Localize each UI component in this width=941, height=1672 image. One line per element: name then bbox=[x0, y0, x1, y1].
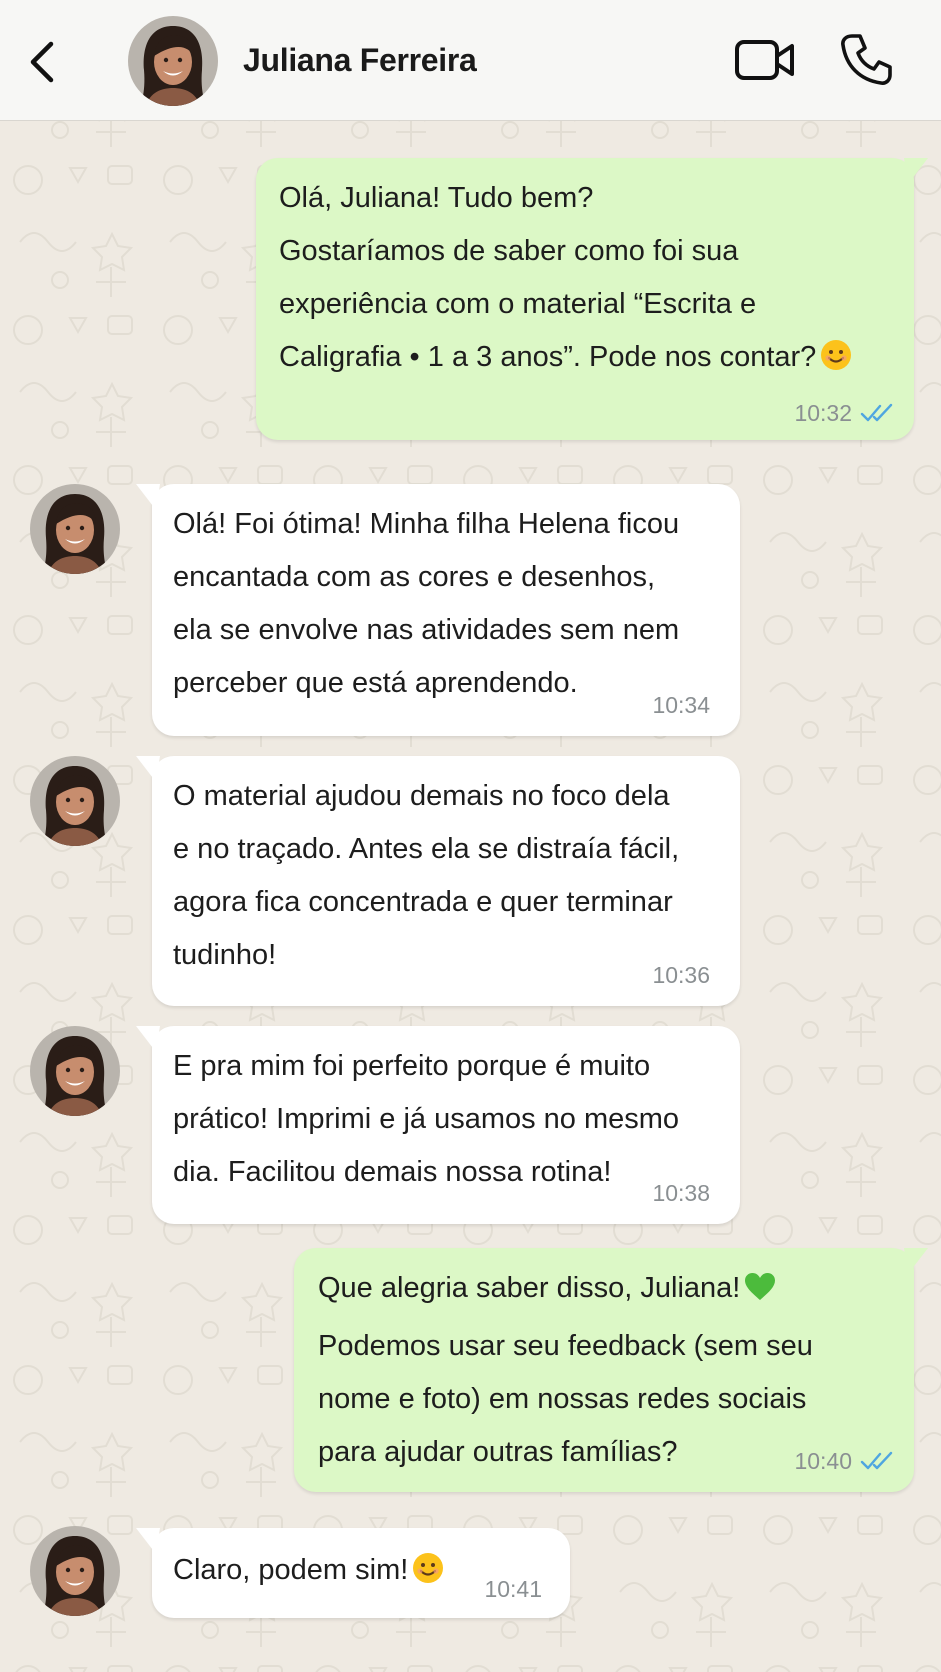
message-text-line: Olá! Foi ótima! Minha filha Helena ficou bbox=[173, 508, 680, 540]
outgoing-message[interactable]: Que alegria saber disso, Juliana! Podemo… bbox=[294, 1248, 928, 1492]
message-time: 10:41 bbox=[484, 1576, 542, 1602]
message-text-line: Gostaríamos de saber como foi sua bbox=[279, 235, 739, 267]
bubble-tail bbox=[904, 1248, 928, 1274]
message-time: 10:34 bbox=[652, 692, 710, 718]
contact-avatar[interactable] bbox=[30, 484, 120, 574]
message-text-line: O material ajudou demais no foco dela bbox=[173, 780, 670, 812]
incoming-message[interactable]: Olá! Foi ótima! Minha filha Helena ficou… bbox=[136, 484, 740, 736]
incoming-message[interactable]: O material ajudou demais no foco dela e … bbox=[136, 756, 740, 1006]
back-button[interactable] bbox=[20, 36, 64, 88]
message-text-line: perceber que está aprendendo. bbox=[173, 667, 578, 699]
message-text-line: Caligrafia • 1 a 3 anos”. Pode nos conta… bbox=[279, 341, 817, 373]
incoming-message[interactable]: Claro, podem sim! 10:41 bbox=[136, 1528, 570, 1618]
double-check-read-icon bbox=[860, 1451, 893, 1470]
bubble-tail bbox=[904, 158, 928, 184]
smiling-face-emoji-icon bbox=[412, 1549, 444, 1602]
message-time: 10:36 bbox=[652, 962, 710, 988]
chat-header: Juliana Ferreira bbox=[0, 0, 941, 121]
bubble-tail bbox=[136, 1528, 160, 1554]
message-meta: 10:32 bbox=[794, 400, 894, 426]
chevron-left-icon bbox=[30, 41, 54, 83]
message-text-line: experiência com o material “Escrita e bbox=[279, 288, 757, 320]
message-meta: 10:38 bbox=[652, 1180, 710, 1206]
message-meta: 10:41 bbox=[484, 1576, 542, 1602]
message-text-line: prático! Imprimi e já usamos no mesmo bbox=[173, 1103, 680, 1135]
message-text-line: tudinho! bbox=[173, 939, 277, 971]
incoming-message[interactable]: E pra mim foi perfeito porque é muito pr… bbox=[136, 1026, 740, 1224]
bubble-tail bbox=[136, 484, 160, 510]
message-meta: 10:40 bbox=[794, 1448, 894, 1474]
message-text-line: agora fica concentrada e quer terminar bbox=[173, 886, 673, 918]
phone-icon bbox=[841, 34, 892, 85]
message-text-line: e no traçado. Antes ela se distraía fáci… bbox=[173, 833, 680, 865]
voice-call-button[interactable] bbox=[838, 32, 894, 88]
message-text-line: Que alegria saber disso, Juliana! bbox=[318, 1272, 741, 1304]
video-call-button[interactable] bbox=[734, 36, 796, 86]
message-text-line: Podemos usar seu feedback (sem seu bbox=[318, 1330, 813, 1362]
message-text-line: nome e foto) em nossas redes sociais bbox=[318, 1383, 807, 1415]
message-text-line: E pra mim foi perfeito porque é muito bbox=[173, 1050, 651, 1082]
contact-avatar[interactable] bbox=[30, 1026, 120, 1116]
message-text-line: encantada com as cores e desenhos, bbox=[173, 561, 656, 593]
green-heart-emoji-icon bbox=[744, 1267, 776, 1320]
message-text-line: Olá, Juliana! Tudo bem? bbox=[279, 182, 594, 214]
smiling-face-emoji-icon bbox=[820, 336, 852, 389]
message-text-line: dia. Facilitou demais nossa rotina! bbox=[173, 1156, 612, 1188]
contact-name[interactable]: Juliana Ferreira bbox=[243, 42, 477, 79]
video-camera-icon bbox=[735, 40, 794, 80]
message-time: 10:38 bbox=[652, 1180, 710, 1206]
message-text-line: ela se envolve nas atividades sem nem bbox=[173, 614, 680, 646]
contact-avatar[interactable] bbox=[128, 16, 218, 106]
message-text-line: Claro, podem sim! bbox=[173, 1554, 409, 1586]
double-check-read-icon bbox=[860, 403, 893, 422]
message-time: 10:32 bbox=[794, 400, 852, 426]
message-meta: 10:36 bbox=[652, 962, 710, 988]
bubble-tail bbox=[136, 1026, 160, 1052]
message-meta: 10:34 bbox=[652, 692, 710, 718]
outgoing-message[interactable]: Olá, Juliana! Tudo bem? Gostaríamos de s… bbox=[256, 158, 928, 440]
message-time: 10:40 bbox=[794, 1448, 852, 1474]
bubble-tail bbox=[136, 756, 160, 782]
contact-avatar[interactable] bbox=[30, 1526, 120, 1616]
contact-avatar[interactable] bbox=[30, 756, 120, 846]
